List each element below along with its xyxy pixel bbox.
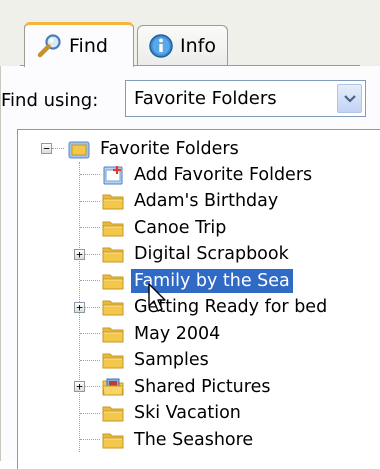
tree-line <box>80 412 100 415</box>
tree-item-label: Adam's Birthday <box>134 191 279 211</box>
folder-icon <box>102 274 124 289</box>
tree-line <box>80 439 100 441</box>
tree-item[interactable]: Ski Vacation <box>102 401 244 426</box>
expand-toggle[interactable]: + <box>74 301 85 313</box>
tree-item-label: Add Favorite Folders <box>134 164 313 185</box>
tree-item-label: Canoe Trip <box>134 217 227 238</box>
tree-item-label: The Seashore <box>134 429 254 450</box>
tree-item[interactable]: Adam's Birthday <box>102 189 281 214</box>
add-folder-icon <box>103 165 123 184</box>
find-using-value: Favorite Folders <box>134 88 277 109</box>
find-content: Find using: Favorite Folders − Favorite … <box>0 66 380 469</box>
folder-icon <box>102 433 124 448</box>
tree-item[interactable]: The Seashore <box>102 427 256 452</box>
tree-line <box>80 359 100 362</box>
tab-info[interactable]: Info <box>137 25 228 65</box>
collapse-toggle[interactable]: − <box>41 143 52 154</box>
tree-item-label: Getting Ready for bed <box>134 297 328 317</box>
tree-line <box>80 333 100 335</box>
expand-toggle[interactable]: + <box>74 248 85 260</box>
folder-icon <box>102 247 124 263</box>
tree-line <box>80 280 100 282</box>
expand-toggle[interactable]: + <box>74 381 85 392</box>
tree-item-label: Family by the Sea <box>131 268 293 293</box>
tree-root-label: Favorite Folders <box>100 138 239 159</box>
tree-item-label: Samples <box>134 350 209 370</box>
tab-info-label: Info <box>180 34 216 57</box>
tree-item-label: Digital Scrapbook <box>134 244 289 264</box>
tree-item-label: Ski Vacation <box>134 403 241 423</box>
tab-find[interactable]: Find <box>24 22 134 67</box>
chevron-down-icon <box>343 94 356 103</box>
tree-item[interactable]: Family by the Sea <box>102 268 293 293</box>
folder-icon <box>102 300 124 316</box>
folder-icon <box>102 194 124 210</box>
folder-tree[interactable]: − Favorite Folders Add Favorite Folders A… <box>17 129 380 469</box>
folder-icon <box>102 353 124 369</box>
tree-item-label: May 2004 <box>134 323 221 344</box>
tree-item[interactable]: Shared Pictures <box>102 374 273 399</box>
find-using-label: Find using: <box>1 90 99 111</box>
tree-line <box>80 200 100 203</box>
folder-icon <box>102 221 124 236</box>
shared-folder-icon <box>102 378 124 395</box>
tree-item[interactable]: Canoe Trip <box>102 215 229 240</box>
tree-item-label: Shared Pictures <box>134 376 271 397</box>
tree-item[interactable]: Add Favorite Folders <box>102 162 315 187</box>
favorite-folders-icon <box>68 141 90 158</box>
info-icon <box>149 33 173 58</box>
tree-item[interactable]: Getting Ready for bed <box>102 295 330 320</box>
tree-item[interactable]: Digital Scrapbook <box>102 242 292 267</box>
tree-item[interactable]: May 2004 <box>102 321 223 346</box>
tree-item[interactable]: Samples <box>102 348 212 373</box>
tab-find-label: Find <box>69 35 108 57</box>
find-using-dropdown[interactable]: Favorite Folders <box>125 80 366 117</box>
folder-icon <box>102 406 124 422</box>
tree-root[interactable]: Favorite Folders <box>68 136 242 161</box>
folder-icon <box>102 327 124 342</box>
tree-line <box>80 227 100 229</box>
find-panel: Find Info Find using: Favorite Folders −… <box>0 0 380 469</box>
tree-line <box>52 148 64 150</box>
dropdown-button[interactable] <box>337 84 362 113</box>
magnifier-icon <box>37 34 61 58</box>
tree-line <box>80 174 100 176</box>
tab-strip: Find Info <box>0 0 380 67</box>
